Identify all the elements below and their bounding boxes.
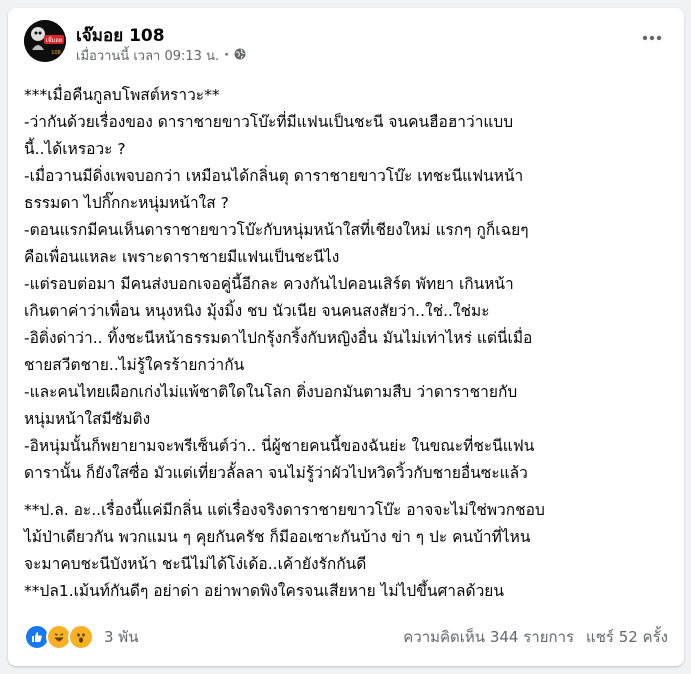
post-header: เจ๊มอย 108 เจ๊มอย 108 เมื่อวานนี้ เวลา 0…	[24, 20, 668, 64]
post-text-line: -ตอนแรกมีคนเห็นดาราชายขาวโบ๊ะกับหนุ่มหน้…	[24, 221, 529, 239]
comment-count[interactable]: ความคิดเห็น 344 รายการ	[403, 625, 574, 649]
post-text-line: -เมื่อวานมีดิ่งเพจบอกว่า เหมือนได้กลิ่นต…	[24, 167, 524, 185]
post-text-line: ชายสวีตชาย..ไม่รู้ใครร้ายกว่ากัน	[24, 356, 245, 374]
engagement-stats: ความคิดเห็น 344 รายการ แชร์ 52 ครั้ง	[403, 625, 668, 649]
post-text-line: -แต่รอบต่อมา มีคนส่งบอกเจอคู่นี้อีกละ คว…	[24, 275, 514, 293]
post-meta: เมื่อวานนี้ เวลา 09:13 น. ·	[76, 45, 246, 66]
post-text-line: **ปล1.เม้นท์กันดีๆ อย่าด่า อย่าพาดพิงใคร…	[24, 582, 504, 600]
more-options-button[interactable]	[636, 22, 668, 54]
post-text-line: -อิหนุ่มนั้นก็พยายามจะพรีเซ็นต์ว่า.. นี่…	[24, 437, 535, 455]
share-count[interactable]: แชร์ 52 ครั้ง	[586, 625, 668, 649]
post-paragraph-ps: **ป.ล. อะ..เรื่องนี้แค่มีกลิ่น แต่เรื่อง…	[24, 497, 674, 605]
post-text-line: เกินตาค่าว่าเพื่อน หนุงหนิง มุ้งมิ้ง ชบ …	[24, 302, 490, 320]
post-footer: 3 พัน ความคิดเห็น 344 รายการ แชร์ 52 ครั…	[24, 622, 668, 652]
post-text-line: นี้..ได้เหรอวะ ?	[24, 140, 126, 158]
more-horizontal-icon	[642, 35, 662, 41]
reaction-summary[interactable]: 3 พัน	[24, 624, 138, 650]
post-text-line: -อิติ่งด่าว่า.. ทิ้งชะนีหน้าธรรมดาไปกรุ้…	[24, 329, 533, 347]
post-text-line: ไม้ป่าเดียวกัน พวกแมน ๆ คุยกันครัช ก็มีอ…	[24, 528, 531, 546]
post-body: ***เมื่อคืนกูลบโพสต์หราวะ** -ว่ากันด้วยเร…	[24, 82, 674, 605]
meta-separator: ·	[224, 48, 230, 63]
post-text-line: **ป.ล. อะ..เรื่องนี้แค่มีกลิ่น แต่เรื่อง…	[24, 501, 545, 519]
post-text-line: คือเพื่อนแหละ เพราะดาราชายมีแฟนเป็นชะนีไ…	[24, 248, 340, 266]
reaction-count[interactable]: 3 พัน	[104, 625, 138, 649]
avatar-image: เจ๊มอย 108	[24, 20, 66, 62]
post-card: เจ๊มอย 108 เจ๊มอย 108 เมื่อวานนี้ เวลา 0…	[8, 8, 684, 666]
avatar-logo-text: เจ๊มอย	[46, 37, 63, 44]
page-avatar[interactable]: เจ๊มอย 108	[24, 20, 66, 62]
post-text-line: จะมาคบชะนีบังหน้า ชะนีไม่ได้โง่เด้อ..เค้…	[24, 555, 367, 573]
post-text-line: -และคนไทยเผือกเก่งไม่แพ้ชาติใดในโลก ติ่ง…	[24, 383, 518, 401]
post-text-line: หนุ่มหน้าใสมีซัมติง	[24, 410, 151, 428]
wow-reaction-icon	[68, 624, 94, 650]
post-text-line: ดารานั้น ก็ยังใสซื่อ มัวแต่เที่ยวลั้ลลา …	[24, 464, 528, 482]
globe-icon	[234, 48, 246, 64]
post-text-line: ธรรมดา ไปกิ๊กกะหนุ่มหน้าใส ?	[24, 194, 229, 212]
svg-text:108: 108	[51, 50, 61, 56]
post-text-line: -ว่ากันด้วยเรื่องของ ดาราชายขาวโบ๊ะที่มี…	[24, 113, 514, 131]
post-paragraph-main: ***เมื่อคืนกูลบโพสต์หราวะ** -ว่ากันด้วยเร…	[24, 82, 674, 487]
post-text-line: ***เมื่อคืนกูลบโพสต์หราวะ**	[24, 86, 220, 104]
post-timestamp[interactable]: เมื่อวานนี้ เวลา 09:13 น.	[76, 45, 219, 66]
